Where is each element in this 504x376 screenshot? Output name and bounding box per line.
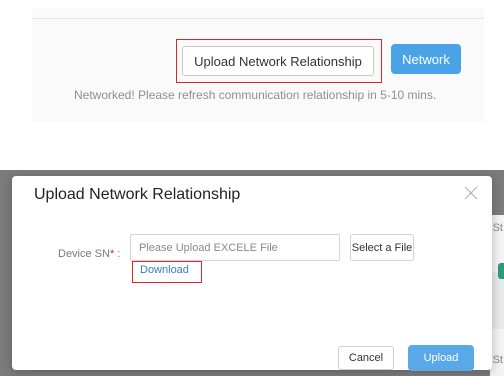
background-cell-text: St [492, 354, 503, 366]
device-sn-label-text: Device SN [58, 248, 110, 260]
cancel-button[interactable]: Cancel [338, 346, 394, 370]
device-sn-label: Device SN* : [58, 248, 120, 260]
dialog-title: Upload Network Relationship [34, 186, 241, 203]
network-toolbar-panel: Upload Network Relationship Network Netw… [32, 8, 484, 122]
divider [32, 18, 484, 19]
background-cell-text: St [492, 222, 503, 234]
network-button[interactable]: Network [391, 44, 461, 74]
networked-status-message: Networked! Please refresh communication … [74, 88, 437, 102]
upload-network-relationship-button[interactable]: Upload Network Relationship [182, 46, 374, 76]
device-sn-file-input[interactable] [130, 234, 340, 261]
background-table-row [490, 329, 504, 376]
background-status-indicator [498, 263, 504, 279]
background-table-row [490, 272, 504, 329]
close-icon[interactable] [462, 184, 480, 202]
download-template-link[interactable]: Download [140, 264, 189, 276]
upload-button[interactable]: Upload [408, 345, 474, 371]
label-colon: : [114, 248, 121, 260]
select-file-button[interactable]: Select a File [350, 234, 414, 261]
upload-network-relationship-dialog: Upload Network Relationship Device SN* :… [12, 176, 492, 371]
